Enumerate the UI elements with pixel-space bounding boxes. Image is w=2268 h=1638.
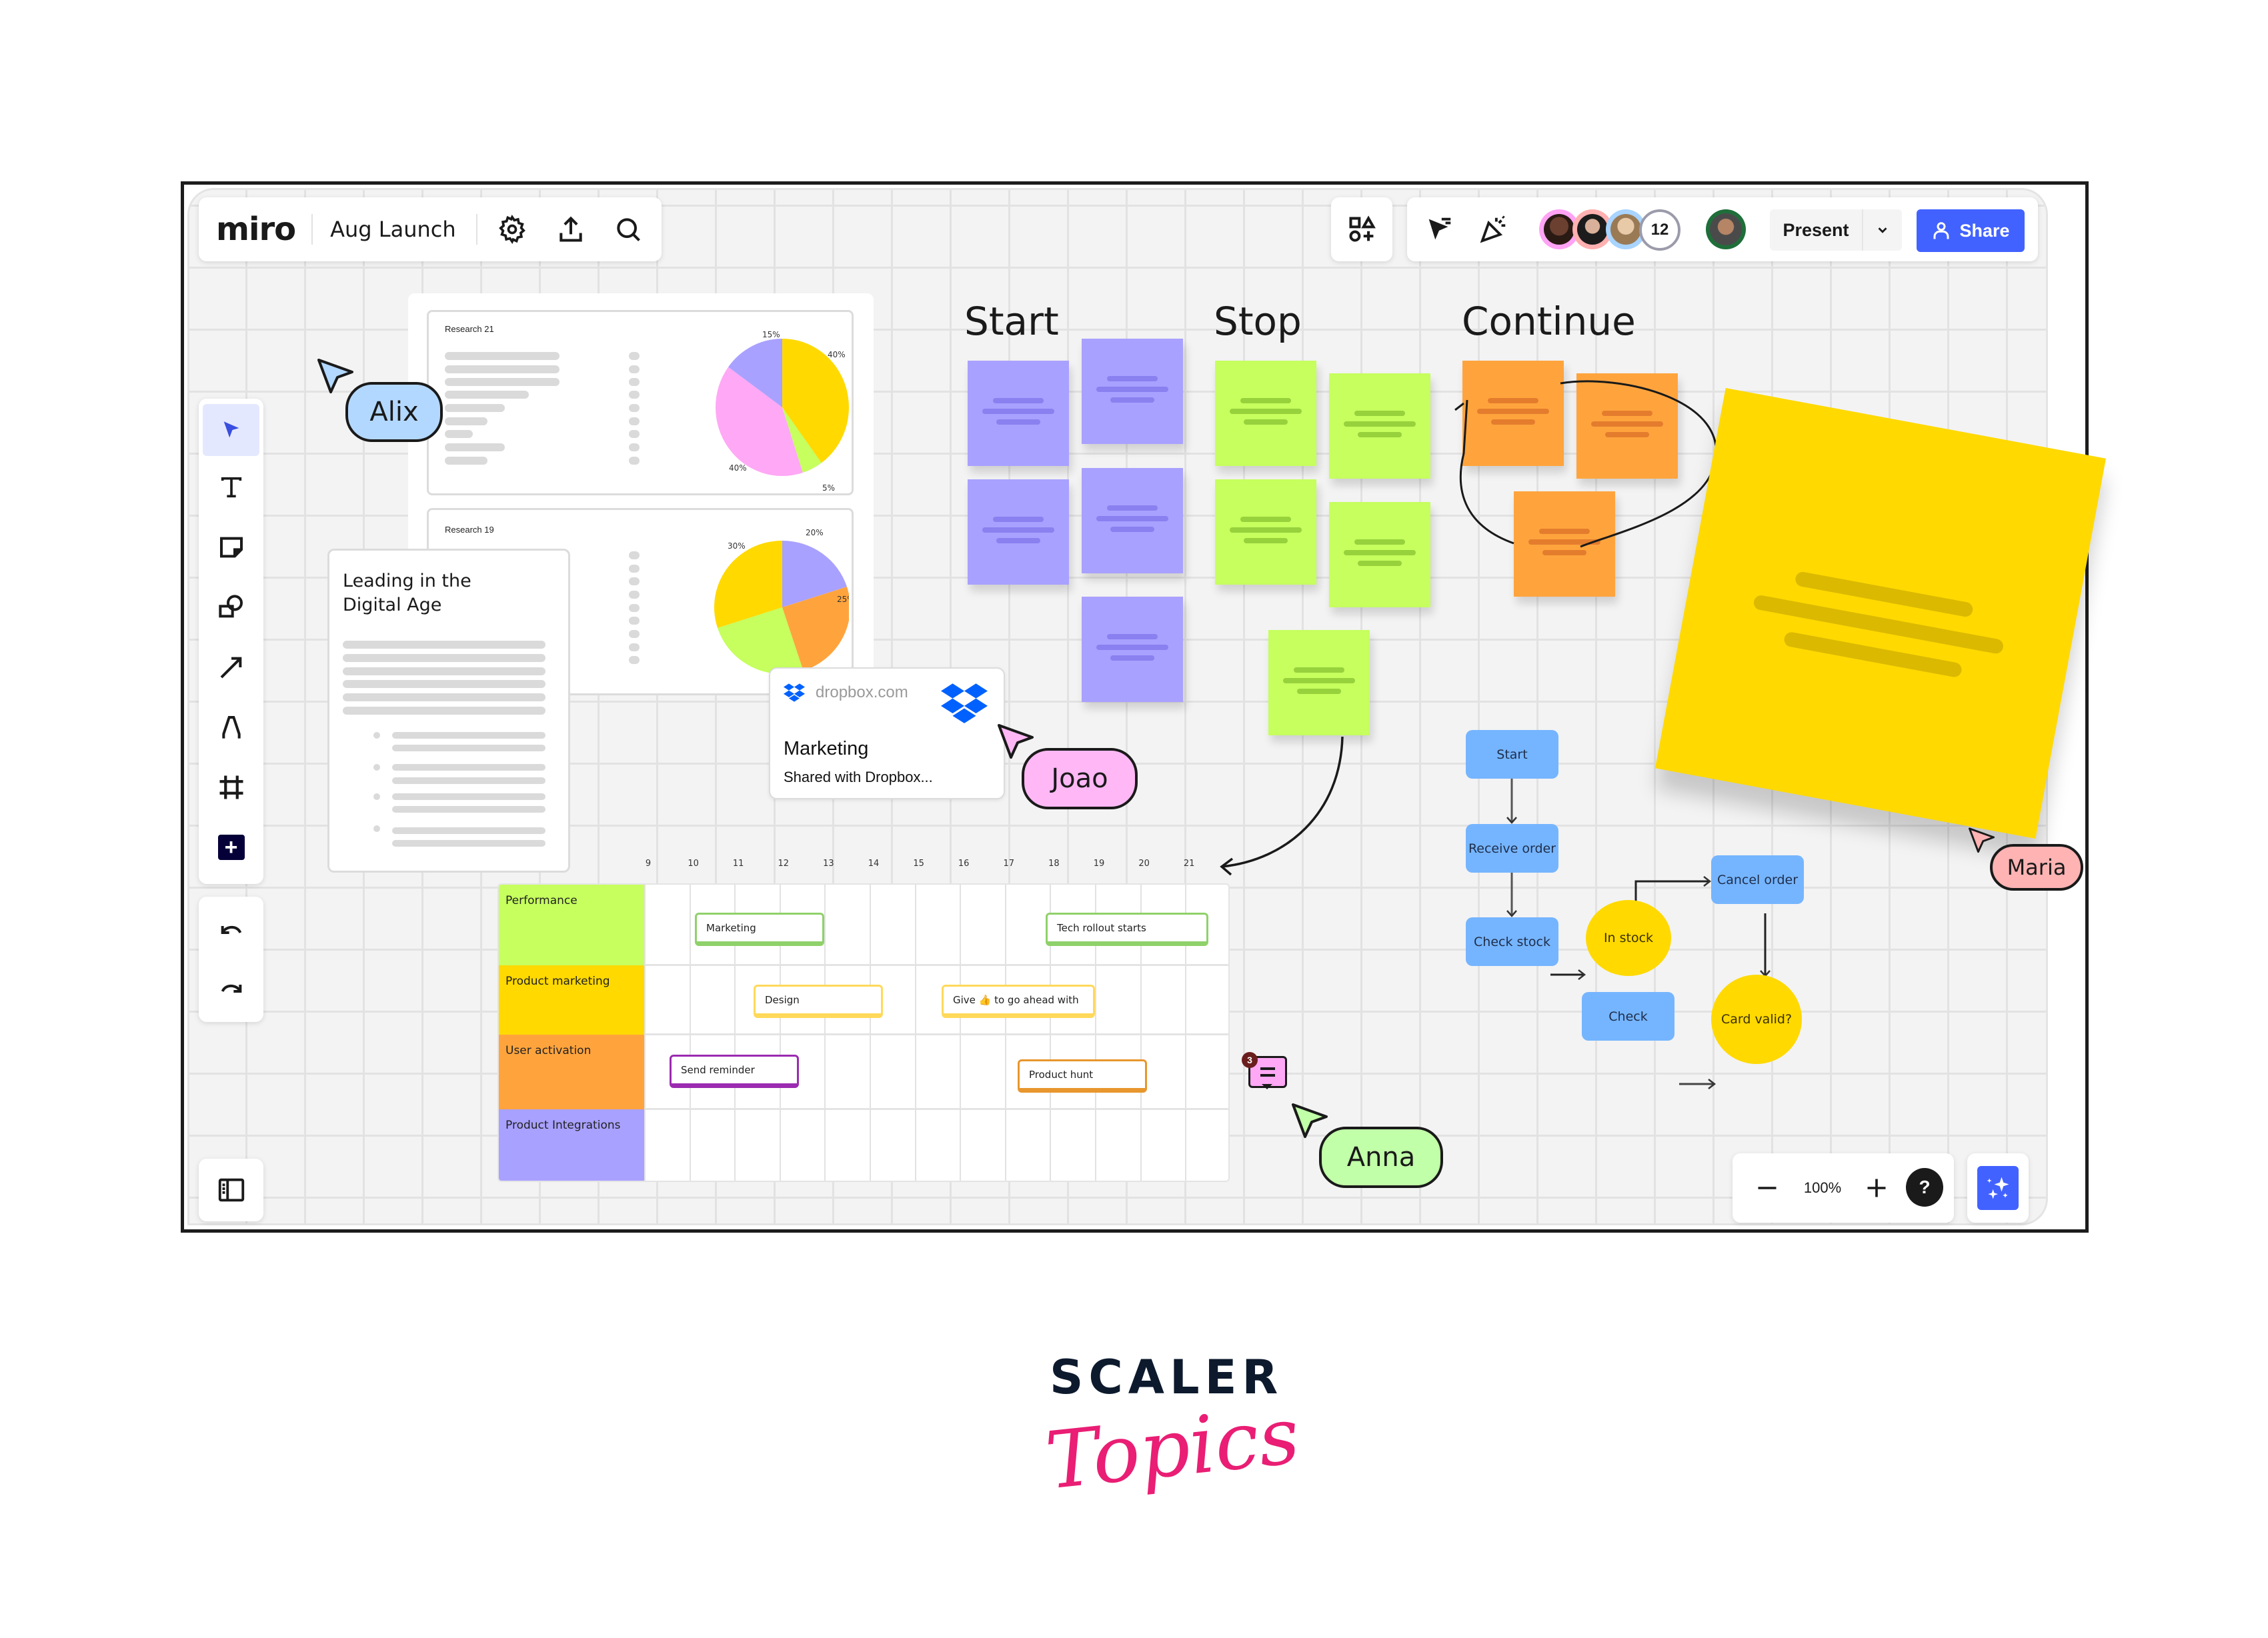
timeline-tick: 20 xyxy=(1138,859,1150,869)
timeline-row-label[interactable]: Performance xyxy=(499,885,644,965)
timeline-tick: 13 xyxy=(823,859,834,869)
timeline-column-line xyxy=(644,885,646,1181)
timeline-tick: 12 xyxy=(778,859,790,869)
flowchart-decision[interactable]: In stock xyxy=(1586,900,1671,976)
timeline-tick: 9 xyxy=(645,859,652,869)
scaler-topics-logo: SCALER Topics xyxy=(1040,1350,1304,1523)
timeline-column-line xyxy=(689,885,691,1181)
timeline-tick: 17 xyxy=(1003,859,1015,869)
timeline-task[interactable]: Marketing xyxy=(695,913,824,946)
timeline-tick: 14 xyxy=(868,859,880,869)
timeline-row-label[interactable]: Product marketing xyxy=(499,965,644,1035)
flowchart-decision[interactable]: Card valid? xyxy=(1711,975,1802,1064)
flowchart-node[interactable]: Start xyxy=(1466,730,1558,779)
loop-connector xyxy=(1454,380,1717,548)
flowchart-node[interactable]: Check stock xyxy=(1466,917,1558,966)
timeline-grid: Performance Product marketing User activat… xyxy=(497,883,1230,1182)
timeline-tick: 21 xyxy=(1183,859,1195,869)
cursor-label-maria: Maria xyxy=(1990,844,2083,891)
timeline-tick: 15 xyxy=(913,859,924,869)
sticky-to-timeline-arrow xyxy=(1221,736,1344,868)
big-sticky-note[interactable] xyxy=(1655,388,2106,839)
flowchart-node[interactable]: Receive order xyxy=(1466,824,1558,873)
cursor-label-joao: Joao xyxy=(1022,748,1138,809)
timeline-task[interactable]: Design xyxy=(754,985,883,1018)
timeline-tick: 11 xyxy=(732,859,744,869)
timeline-tick: 10 xyxy=(688,859,699,869)
timeline-row-divider xyxy=(644,964,1228,966)
comment-thread[interactable]: 3 xyxy=(1242,1052,1287,1092)
timeline-column-line xyxy=(960,885,962,1181)
timeline-task[interactable]: Tech rollout starts xyxy=(1046,913,1208,946)
timeline-tick: 18 xyxy=(1048,859,1060,869)
timeline-column-line xyxy=(1004,885,1006,1181)
timeline-row-label[interactable]: User activation xyxy=(499,1035,644,1109)
timeline-column-line xyxy=(914,885,916,1181)
timeline-task[interactable]: Send reminder xyxy=(670,1055,799,1088)
timeline-ticks: 9 10 11 12 13 14 15 16 17 18 19 20 21 xyxy=(497,859,1231,872)
timeline-row-divider xyxy=(644,1033,1228,1035)
flowchart-node[interactable]: Check xyxy=(1582,992,1674,1041)
cursor-label-alix: Alix xyxy=(345,382,443,442)
flowchart-node[interactable]: Cancel order xyxy=(1711,855,1804,904)
timeline-row-divider xyxy=(644,1108,1228,1110)
timeline-column-line xyxy=(870,885,871,1181)
cursor-label-anna: Anna xyxy=(1319,1127,1443,1188)
timeline-row-label[interactable]: Product Integrations xyxy=(499,1109,644,1181)
timeline[interactable]: 9 10 11 12 13 14 15 16 17 18 19 20 21 Performance Pro… xyxy=(497,853,1231,1182)
comment-count-badge: 3 xyxy=(1242,1052,1258,1068)
cursor-arrow-icon xyxy=(317,359,353,393)
timeline-tick: 19 xyxy=(1093,859,1105,869)
timeline-task[interactable]: Give 👍 to go ahead with xyxy=(942,985,1095,1018)
timeline-task[interactable]: Product hunt xyxy=(1018,1059,1147,1093)
timeline-column-line xyxy=(824,885,826,1181)
cursor-arrow-icon xyxy=(1969,827,1995,853)
timeline-tick: 16 xyxy=(958,859,970,869)
